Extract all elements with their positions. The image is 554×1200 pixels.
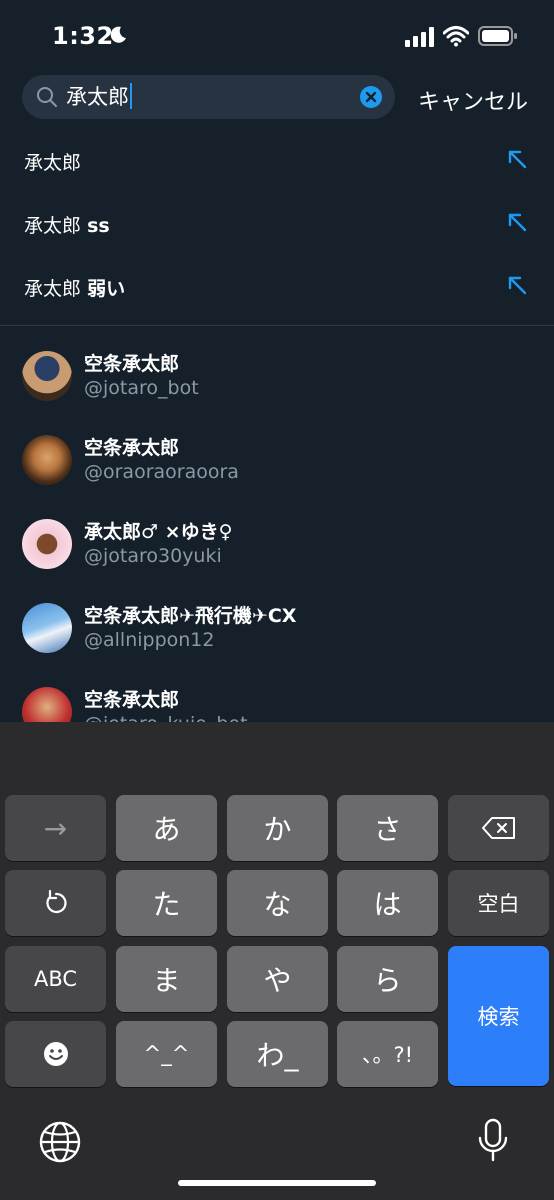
divider [0, 325, 554, 326]
suggestion-label: 承太郎 [24, 152, 82, 174]
text-caret [130, 83, 132, 109]
key-arrow[interactable]: → [5, 795, 106, 861]
user-result[interactable]: 空条承太郎✈飛行機✈CX @allnippon12 [0, 595, 554, 679]
key-wa[interactable]: わ_ [227, 1021, 328, 1087]
signal-icon [405, 27, 434, 47]
emoji-icon [43, 1042, 68, 1066]
avatar [22, 351, 72, 401]
search-bar[interactable]: 承太郎 [22, 75, 395, 119]
key-ha[interactable]: は [337, 870, 438, 936]
key-ya[interactable]: や [227, 946, 328, 1012]
avatar [22, 519, 72, 569]
user-handle: @oraoraoraoora [84, 461, 239, 483]
emoji-key[interactable] [5, 1021, 106, 1087]
user-name: 空条承太郎 [84, 689, 180, 711]
microphone-icon[interactable] [476, 1118, 510, 1164]
key-ka[interactable]: か [227, 795, 328, 861]
user-handle: @jotaro_bot [84, 377, 199, 399]
cancel-button[interactable]: キャンセル [418, 84, 528, 116]
backspace-key[interactable] [448, 795, 549, 861]
undo-key[interactable] [5, 870, 106, 936]
search-key[interactable]: 検索 [448, 946, 549, 1086]
key-na[interactable]: な [227, 870, 328, 936]
status-bar: 1:32 [0, 0, 554, 70]
user-name: 空条承太郎 [84, 437, 180, 459]
suggestion-item[interactable]: 承太郎 ss [0, 193, 554, 255]
key-kaomoji[interactable]: ^_^ [116, 1021, 217, 1087]
user-result[interactable]: 空条承太郎 @jotaro_bot [0, 343, 554, 427]
key-punctuation[interactable]: 、。?! [337, 1021, 438, 1087]
avatar [22, 435, 72, 485]
suggestion-label: 承太郎 弱い [24, 278, 126, 300]
arrow-up-left-icon[interactable] [506, 148, 528, 170]
battery-icon [478, 26, 517, 46]
user-result[interactable]: 空条承太郎 @jotaro_kujo_bot [0, 679, 554, 722]
suggestion-item[interactable]: 承太郎 [0, 130, 554, 192]
search-icon [37, 87, 57, 107]
avatar [22, 687, 72, 722]
space-key[interactable]: 空白 [448, 870, 549, 936]
suggestion-label: 承太郎 ss [24, 215, 110, 237]
clear-search-icon[interactable] [360, 86, 382, 108]
globe-icon[interactable] [38, 1120, 82, 1164]
arrow-up-left-icon[interactable] [506, 211, 528, 233]
search-input[interactable]: 承太郎 [66, 83, 132, 111]
user-name: 空条承太郎 [84, 353, 180, 375]
avatar [22, 603, 72, 653]
user-handle: @allnippon12 [84, 629, 215, 651]
home-indicator[interactable] [178, 1180, 376, 1186]
suggestion-item[interactable]: 承太郎 弱い [0, 256, 554, 318]
user-handle: @jotaro30yuki [84, 545, 222, 567]
user-name: 空条承太郎✈飛行機✈CX [84, 605, 297, 627]
key-a[interactable]: あ [116, 795, 217, 861]
undo-icon [45, 889, 67, 914]
key-ta[interactable]: た [116, 870, 217, 936]
status-time: 1:32 [52, 22, 114, 50]
user-name: 承太郎♂ ×ゆき♀ [84, 521, 233, 543]
user-result[interactable]: 空条承太郎 @oraoraoraoora [0, 427, 554, 511]
search-query: 承太郎 [66, 85, 129, 109]
user-result[interactable]: 承太郎♂ ×ゆき♀ @jotaro30yuki [0, 511, 554, 595]
key-ra[interactable]: ら [337, 946, 438, 1012]
abc-key[interactable]: ABC [5, 946, 106, 1012]
wifi-icon [443, 26, 469, 47]
backspace-icon [481, 817, 515, 839]
moon-icon [110, 26, 126, 43]
user-handle: @jotaro_kujo_bot [84, 713, 248, 722]
key-ma[interactable]: ま [116, 946, 217, 1012]
key-sa[interactable]: さ [337, 795, 438, 861]
arrow-up-left-icon[interactable] [506, 274, 528, 296]
